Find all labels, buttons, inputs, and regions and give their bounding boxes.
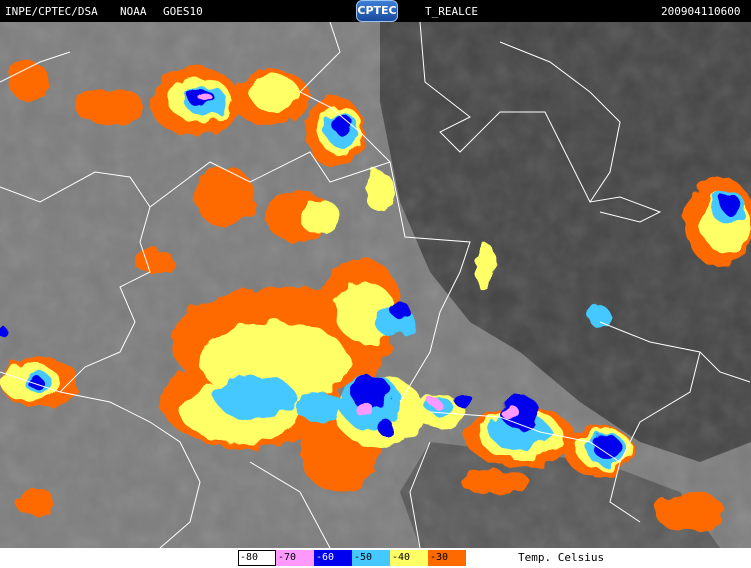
legend-item-30: -30 (428, 550, 466, 566)
legend-item-80: -80 (238, 550, 276, 566)
legend-item-70: -70 (276, 550, 314, 566)
satellite-label: GOES10 (163, 5, 203, 18)
satellite-map (0, 22, 751, 548)
cptec-logo: CPTEC (356, 0, 398, 22)
header-bar: INPE/CPTEC/DSA NOAA GOES10 CPTEC T_REALC… (0, 0, 751, 22)
product-label: T_REALCE (425, 5, 478, 18)
legend-item-60: -60 (314, 550, 352, 566)
temperature-legend: -80 -70 -60 -50 -40 -30 Temp. Celsius (0, 548, 751, 568)
source-label: INPE/CPTEC/DSA (5, 5, 98, 18)
timestamp-label: 200904110600 (661, 5, 741, 18)
legend-item-40: -40 (390, 550, 428, 566)
legend-unit-label: Temp. Celsius (518, 551, 605, 564)
agency-label: NOAA (120, 5, 147, 18)
legend-item-50: -50 (352, 550, 390, 566)
